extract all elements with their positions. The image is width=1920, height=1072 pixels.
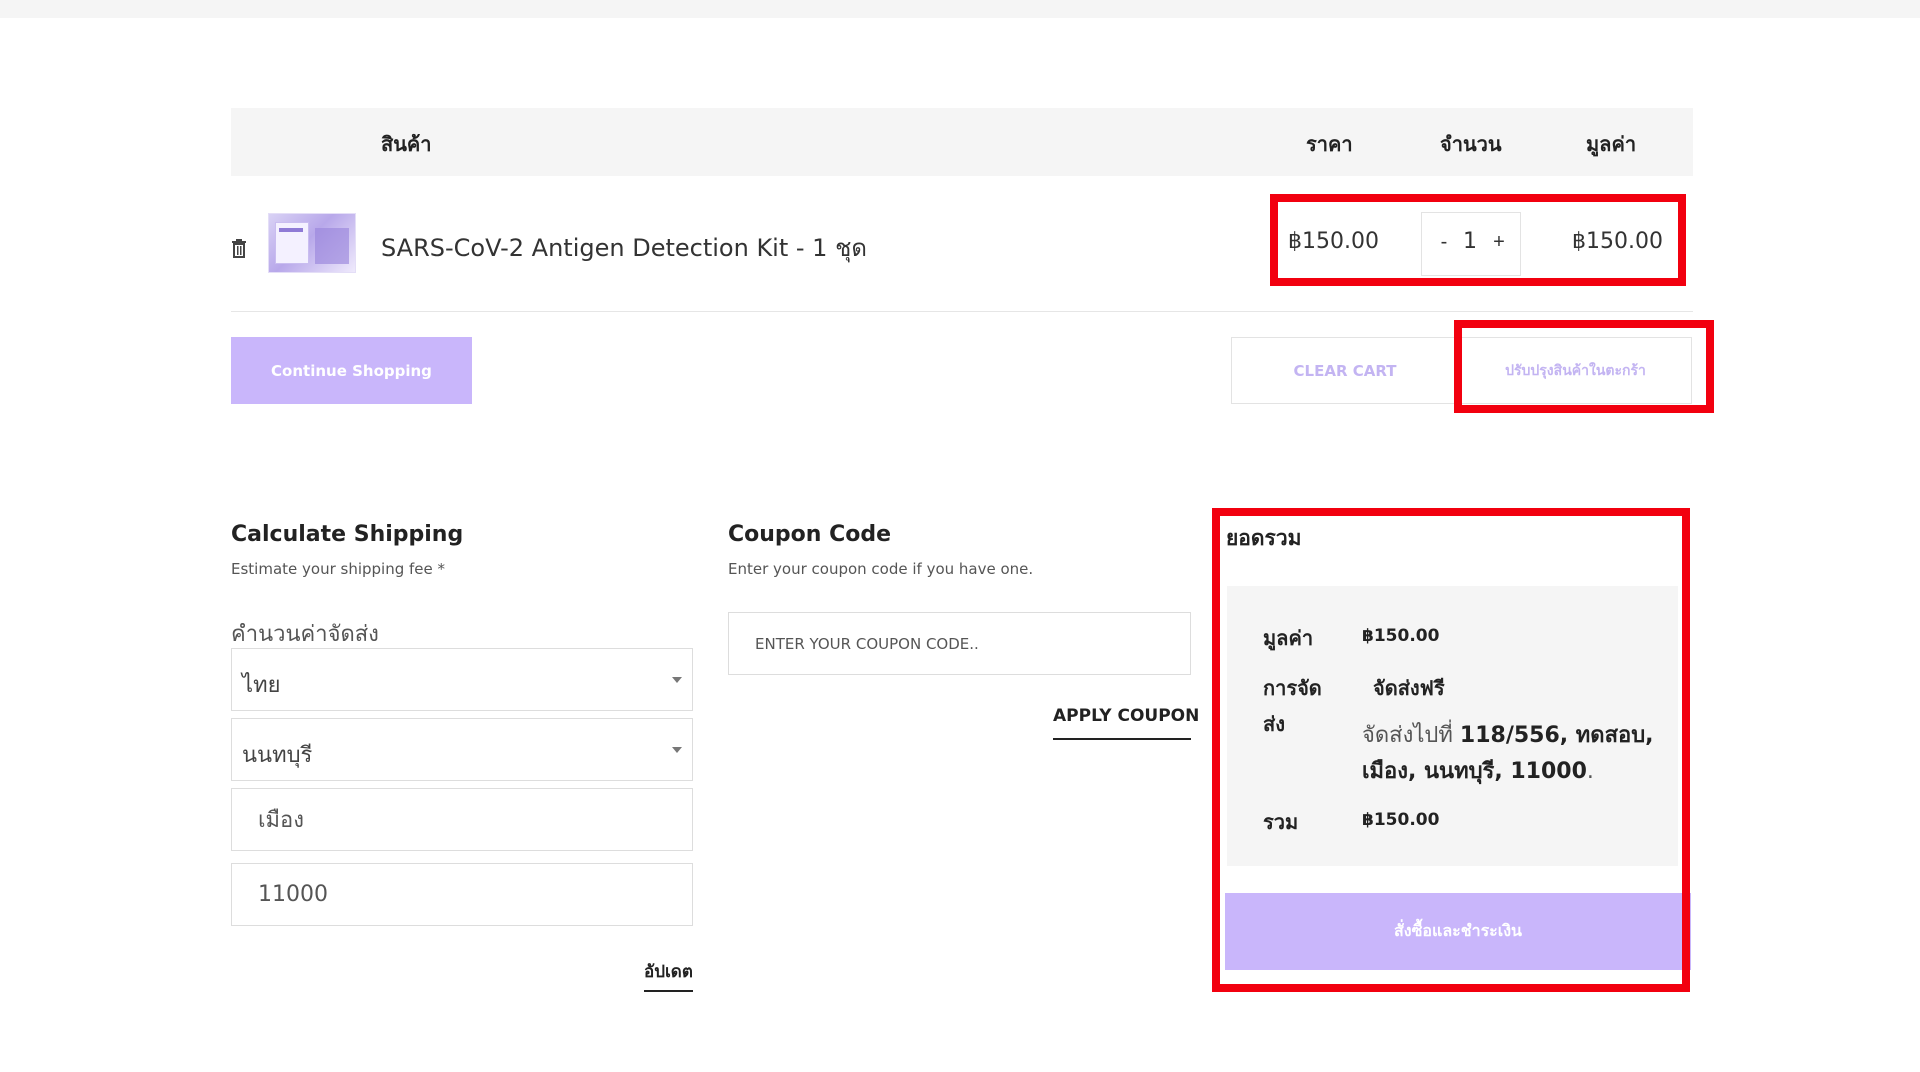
chevron-down-icon [672,677,682,683]
shipping-label-line1: การจัด [1263,676,1322,700]
product-price: ฿150.00 [1288,229,1379,254]
trash-icon[interactable] [230,238,248,258]
shipping-calc-label: คำนวนค่าจัดส่ง [231,622,379,647]
country-select[interactable]: ไทย [231,648,693,711]
top-bar [0,0,1920,18]
total-label: รวม [1263,810,1299,834]
quantity-value[interactable]: 1 [1460,229,1480,254]
continue-shopping-button[interactable]: Continue Shopping [231,337,472,404]
ship-to-suffix: . [1586,759,1594,784]
postcode-input[interactable] [231,863,693,926]
shipping-label-line2: ส่ง [1263,712,1285,736]
header-quantity: จำนวน [1440,132,1502,156]
country-select-value: ไทย [242,673,281,698]
checkout-button[interactable]: สั่งซื้อและชำระเงิน [1225,893,1691,970]
subtotal-label: มูลค่า [1263,626,1314,650]
province-select-value: นนทบุรี [242,743,313,768]
quantity-increase-button[interactable]: + [1490,230,1508,254]
quantity-decrease-button[interactable]: - [1436,230,1452,254]
header-price: ราคา [1306,132,1353,156]
chevron-down-icon [672,747,682,753]
shipping-method: จัดส่งฟรี [1373,676,1445,700]
header-product: สินค้า [381,132,432,156]
update-cart-button[interactable]: ปรับปรุงสินค้าในตะกร้า [1459,337,1692,404]
province-select[interactable]: นนทบุรี [231,718,693,781]
city-input[interactable] [231,788,693,851]
line-total: ฿150.00 [1572,229,1663,254]
apply-coupon-underline [1053,738,1191,740]
coupon-input[interactable] [728,612,1191,675]
product-name-link[interactable]: SARS-CoV-2 Antigen Detection Kit - 1 ชุด [381,228,867,267]
cart-totals-title: ยอดรวม [1226,526,1302,550]
ship-to-prefix: จัดส่งไปที่ [1362,723,1453,748]
total-value: ฿150.00 [1362,810,1440,830]
shipping-subtitle: Estimate your shipping fee * [231,560,446,578]
shipping-destination: จัดส่งไปที่ 118/556, ทดสอบ, เมือง, นนทบุ… [1362,718,1662,790]
update-underline [644,990,693,992]
row-divider [231,311,1693,312]
update-shipping-button[interactable]: อัปเดต [644,958,693,985]
coupon-title: Coupon Code [728,522,892,547]
clear-cart-button[interactable]: CLEAR CART [1231,337,1459,404]
apply-coupon-button[interactable]: APPLY COUPON [1053,706,1199,726]
product-thumbnail[interactable] [268,213,356,273]
shipping-title: Calculate Shipping [231,522,464,547]
coupon-subtitle: Enter your coupon code if you have one. [728,560,1034,578]
subtotal-value: ฿150.00 [1362,626,1440,646]
header-total: มูลค่า [1586,132,1637,156]
